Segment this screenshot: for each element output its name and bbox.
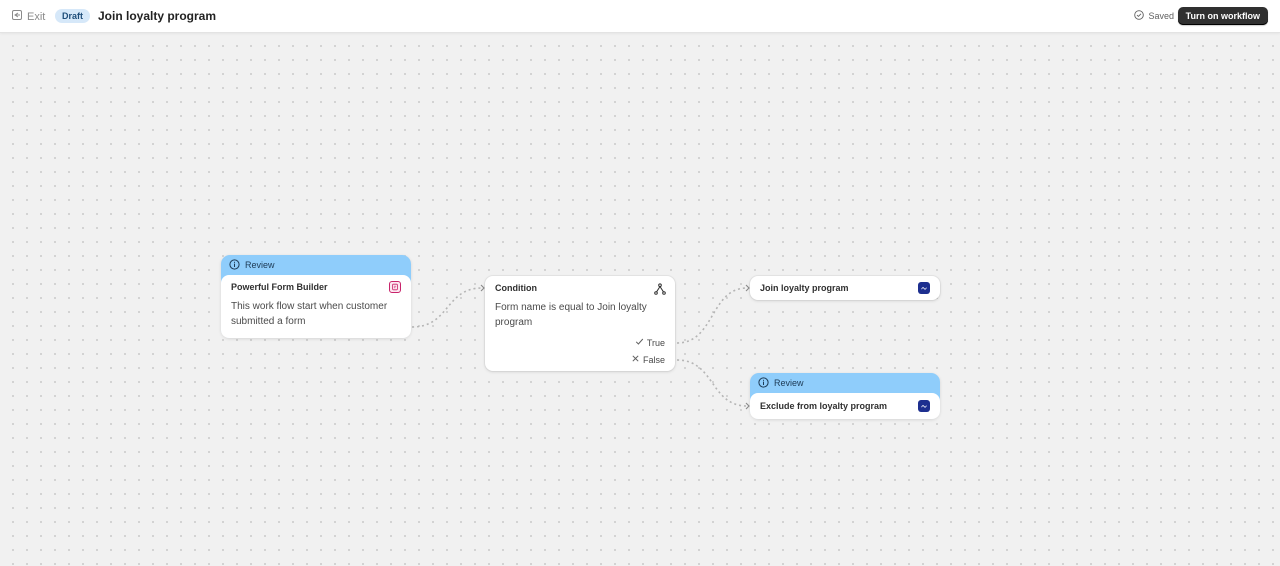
exit-button[interactable]: Exit bbox=[12, 10, 45, 23]
false-label: False bbox=[642, 354, 665, 365]
review-label: Review bbox=[774, 378, 804, 388]
check-circle-icon bbox=[1134, 10, 1145, 22]
exit-icon bbox=[12, 10, 22, 23]
page-title: Join loyalty program bbox=[98, 9, 217, 23]
review-banner: Review bbox=[750, 373, 940, 393]
loyalty-app-icon bbox=[918, 282, 930, 294]
review-banner: Review bbox=[221, 255, 411, 275]
trigger-node-body: Powerful Form Builder This work flow sta… bbox=[221, 275, 411, 338]
true-label: True bbox=[646, 337, 665, 348]
exclude-loyalty-action-node[interactable]: Review Exclude from loyalty program bbox=[750, 373, 940, 419]
join-loyalty-action-node[interactable]: Join loyalty program bbox=[750, 276, 940, 300]
exclude-loyalty-title: Exclude from loyalty program bbox=[760, 401, 888, 411]
x-icon bbox=[631, 354, 640, 365]
save-status: Saved bbox=[1134, 10, 1174, 22]
trigger-node-title: Powerful Form Builder bbox=[231, 282, 328, 292]
turn-on-workflow-button[interactable]: Turn on workflow bbox=[1177, 7, 1268, 25]
check-icon bbox=[635, 337, 644, 348]
status-badge: Draft bbox=[55, 9, 91, 23]
condition-node-title: Condition bbox=[495, 283, 537, 293]
trigger-node[interactable]: Review Powerful Form Builder This work f… bbox=[221, 255, 411, 338]
info-icon bbox=[229, 258, 240, 272]
review-label: Review bbox=[245, 260, 275, 270]
info-icon bbox=[758, 376, 769, 390]
top-bar: Exit Draft Join loyalty program Saved Tu… bbox=[0, 0, 1280, 33]
saved-label: Saved bbox=[1148, 11, 1174, 21]
form-builder-app-icon bbox=[389, 281, 401, 293]
condition-node[interactable]: Condition Form name is equal to Join loy… bbox=[485, 276, 675, 371]
join-loyalty-title: Join loyalty program bbox=[760, 283, 849, 293]
exit-label: Exit bbox=[27, 10, 46, 23]
loyalty-app-icon bbox=[918, 400, 930, 412]
exclude-loyalty-body: Exclude from loyalty program bbox=[750, 393, 940, 419]
true-branch-label[interactable]: True bbox=[635, 337, 665, 348]
condition-node-description: Form name is equal to Join loyalty progr… bbox=[495, 302, 647, 328]
branch-icon bbox=[654, 282, 666, 300]
false-branch-label[interactable]: False bbox=[631, 354, 665, 365]
trigger-node-description: This work flow start when customer submi… bbox=[231, 301, 388, 327]
